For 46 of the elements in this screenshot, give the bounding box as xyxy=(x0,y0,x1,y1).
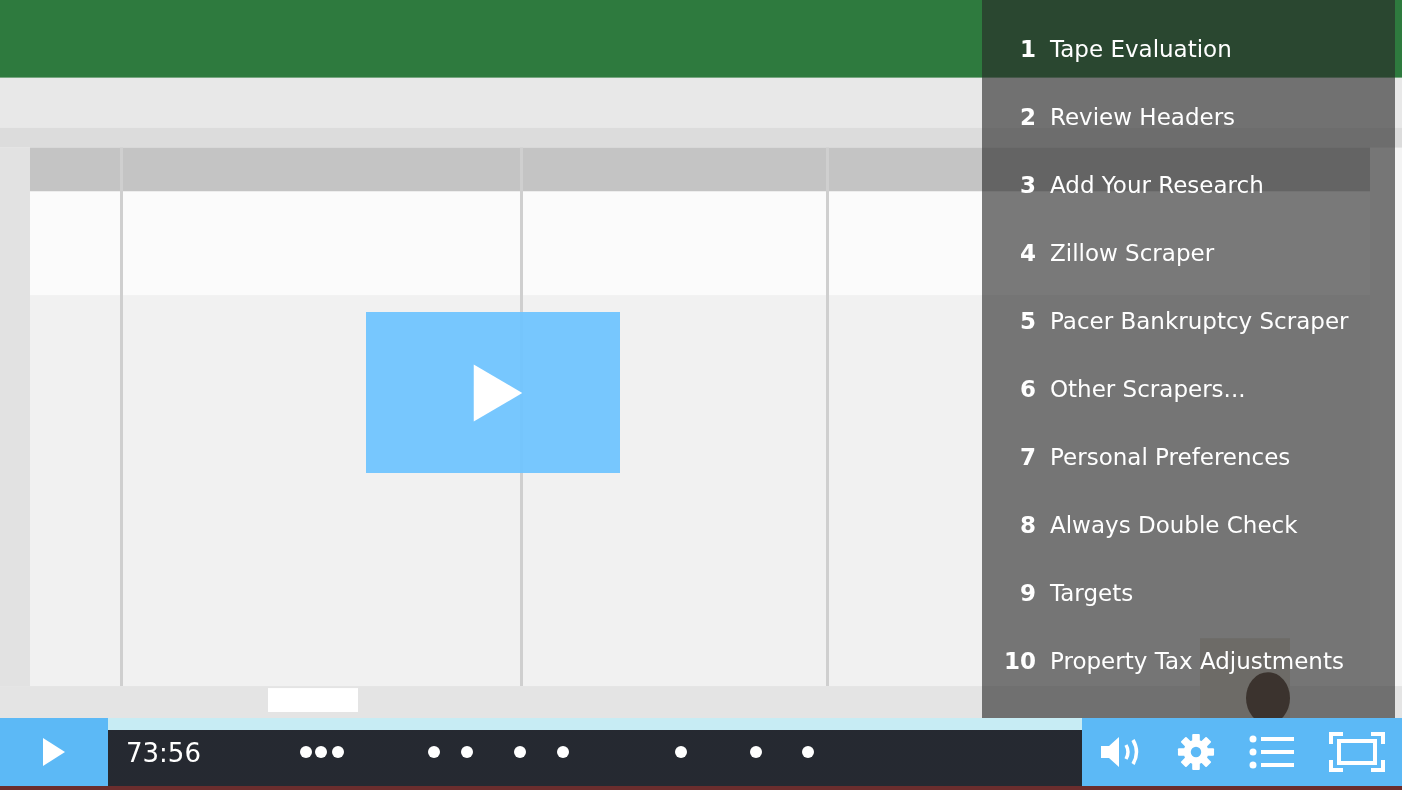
chapter-title: Property Tax Adjustments xyxy=(1050,648,1344,674)
chapter-marker[interactable] xyxy=(802,746,814,758)
chapter-number: 4 xyxy=(1019,240,1037,266)
chapter-number: 6 xyxy=(1019,376,1037,402)
chapter-title: Add Your Research xyxy=(1050,172,1264,198)
chapter-title: Zillow Scraper xyxy=(1050,240,1215,266)
chapter-number: 7 xyxy=(1019,444,1037,470)
chapter-item[interactable]: 7 Personal Preferences xyxy=(982,423,1395,491)
fullscreen-icon xyxy=(1329,732,1385,772)
chapter-item[interactable]: 10 Property Tax Adjustments xyxy=(982,627,1395,695)
play-icon xyxy=(42,737,66,767)
time-display: 73:56 xyxy=(126,737,201,768)
chapter-number: 3 xyxy=(1019,172,1037,198)
chapter-item[interactable]: 4 Zillow Scraper xyxy=(982,219,1395,287)
chapter-item[interactable]: 5 Pacer Bankruptcy Scraper xyxy=(982,287,1395,355)
chapter-marker[interactable] xyxy=(675,746,687,758)
list-icon xyxy=(1249,734,1295,770)
chapter-marker[interactable] xyxy=(514,746,526,758)
chapter-number: 8 xyxy=(1019,512,1037,538)
chapter-number: 1 xyxy=(1019,36,1037,62)
chapter-title: Personal Preferences xyxy=(1050,444,1291,470)
chapter-title: Other Scrapers... xyxy=(1050,376,1246,402)
progress-track[interactable]: 73:56 xyxy=(108,718,1082,786)
chapter-number: 9 xyxy=(1019,580,1037,606)
chapter-title: Tape Evaluation xyxy=(1050,36,1232,62)
chapter-marker[interactable] xyxy=(750,746,762,758)
chapter-marker[interactable] xyxy=(461,746,473,758)
chapter-marker[interactable] xyxy=(332,746,344,758)
chapter-item[interactable]: 6 Other Scrapers... xyxy=(982,355,1395,423)
chapter-item[interactable]: 9 Targets xyxy=(982,559,1395,627)
chapter-title: Review Headers xyxy=(1050,104,1236,130)
chapter-number: 10 xyxy=(1003,648,1037,674)
chapter-title: Pacer Bankruptcy Scraper xyxy=(1050,308,1349,334)
chapter-marker[interactable] xyxy=(315,746,327,758)
settings-icon xyxy=(1177,733,1215,771)
chapter-item[interactable]: 2 Review Headers xyxy=(982,83,1395,151)
chapter-item[interactable]: 1 Tape Evaluation xyxy=(982,15,1395,83)
chapter-marker[interactable] xyxy=(557,746,569,758)
chapter-item[interactable]: 8 Always Double Check xyxy=(982,491,1395,559)
chapter-number: 2 xyxy=(1019,104,1037,130)
chapter-title: Always Double Check xyxy=(1050,512,1298,538)
chapter-title: Targets xyxy=(1050,580,1134,606)
chapter-marker[interactable] xyxy=(300,746,312,758)
chapter-item[interactable]: 3 Add Your Research xyxy=(982,151,1395,219)
chapter-marker[interactable] xyxy=(428,746,440,758)
chapter-number: 5 xyxy=(1019,308,1037,334)
